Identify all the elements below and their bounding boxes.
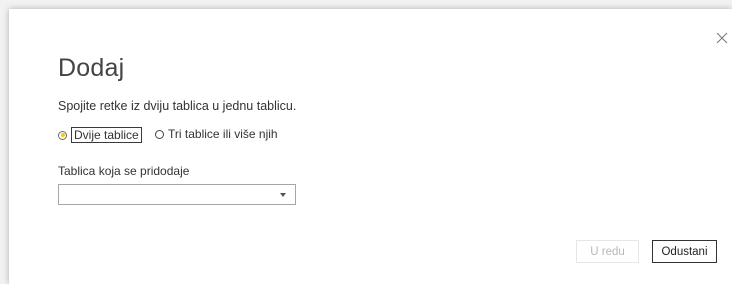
cancel-button[interactable]: Odustani	[652, 240, 717, 263]
table-to-append-label: Tablica koja se pridodaje	[58, 164, 190, 178]
radio-unselected-icon[interactable]	[155, 129, 164, 139]
table-to-append-dropdown[interactable]	[58, 184, 296, 205]
radio-selected-icon[interactable]	[58, 130, 67, 140]
radio-two-tables[interactable]: Dvije tablice	[58, 127, 142, 143]
chevron-down-icon	[280, 193, 286, 197]
radio-two-tables-label: Dvije tablice	[71, 127, 142, 143]
close-icon[interactable]	[714, 30, 730, 46]
append-dialog: Dodaj Spojite retke iz dviju tablica u j…	[9, 9, 732, 284]
radio-three-or-more-tables[interactable]: Tri tablice ili više njih	[155, 127, 278, 141]
radio-three-or-more-tables-label: Tri tablice ili više njih	[168, 127, 278, 141]
dialog-description: Spojite retke iz dviju tablica u jednu t…	[58, 99, 297, 113]
ok-button[interactable]: U redu	[576, 240, 639, 263]
dialog-title: Dodaj	[58, 54, 125, 82]
page-background: Dodaj Spojite retke iz dviju tablica u j…	[0, 0, 732, 284]
